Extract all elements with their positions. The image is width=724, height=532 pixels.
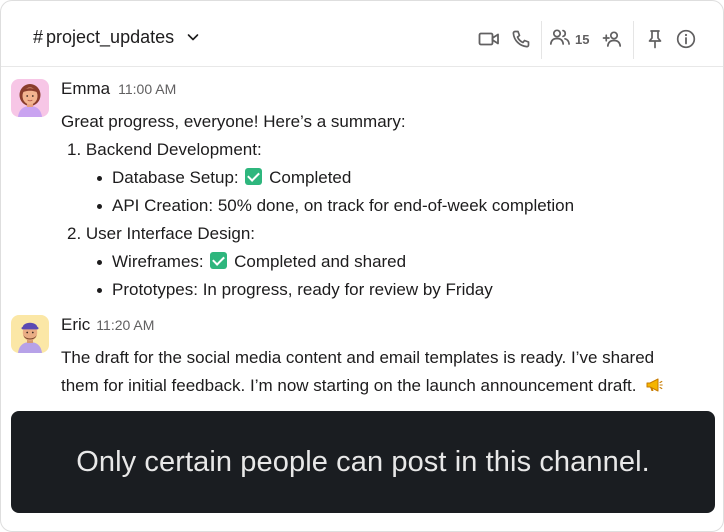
channel-name-button[interactable]: # project_updates — [23, 19, 210, 55]
message-text-line: them for initial feedback. I’m now start… — [61, 376, 637, 395]
members-button[interactable]: 15 — [549, 27, 589, 51]
bullet-icon — [97, 176, 102, 181]
list-item: 2. User Interface Design: — [67, 224, 256, 243]
message-item: Emma 11:00 AM Great progress, everyone! … — [1, 79, 723, 299]
list-item: Database Setup: Completed — [112, 168, 351, 188]
member-count: 15 — [575, 31, 590, 47]
white-check-mark-icon — [210, 252, 228, 269]
status-text: Completed and shared — [234, 252, 407, 271]
people-icon — [549, 28, 571, 51]
channel-header: # project_updates 15 — [1, 1, 723, 67]
avatar[interactable] — [11, 79, 49, 117]
list-item-label: Wireframes: — [112, 252, 204, 271]
bullet-icon — [97, 260, 102, 265]
message-text: them for initial feedback. I’m now start… — [61, 376, 663, 398]
message-text: Great progress, everyone! Here’s a summa… — [61, 112, 406, 131]
timestamp[interactable]: 11:00 AM — [118, 81, 176, 97]
add-member-icon[interactable] — [601, 27, 625, 51]
message-text: The draft for the social media content a… — [61, 348, 655, 367]
author-name[interactable]: Eric — [61, 315, 90, 335]
avatar[interactable] — [11, 315, 49, 353]
author-name[interactable]: Emma — [61, 79, 110, 99]
channel-window: # project_updates 15 Emma 11:00 AM Great… — [0, 0, 724, 532]
list-item: 1. Backend Development: — [67, 140, 262, 159]
list-item: API Creation: 50% done, on track for end… — [112, 196, 575, 215]
header-divider — [541, 21, 542, 59]
chevron-down-icon — [186, 30, 200, 44]
message-header: Emma 11:00 AM — [61, 79, 176, 99]
read-only-channel-banner: Only certain people can post in this cha… — [11, 411, 715, 513]
list-item-label: Database Setup: — [112, 168, 239, 187]
header-divider — [633, 21, 634, 59]
message-item: Eric 11:20 AM The draft for the social m… — [1, 315, 723, 403]
status-text: Completed — [269, 168, 352, 187]
bullet-icon — [97, 288, 102, 293]
bullet-icon — [97, 204, 102, 209]
message-header: Eric 11:20 AM — [61, 315, 154, 335]
pin-icon[interactable] — [643, 27, 667, 51]
list-item: Prototypes: In progress, ready for revie… — [112, 280, 493, 299]
video-call-icon[interactable] — [477, 27, 501, 51]
megaphone-icon — [645, 377, 663, 398]
white-check-mark-icon — [245, 168, 263, 185]
timestamp[interactable]: 11:20 AM — [96, 317, 154, 333]
list-item: Wireframes: Completed and shared — [112, 252, 406, 272]
banner-text: Only certain people can post in this cha… — [76, 445, 650, 478]
phone-call-icon[interactable] — [509, 27, 533, 51]
info-icon[interactable] — [674, 27, 698, 51]
hash-icon: # — [33, 26, 44, 47]
channel-name: project_updates — [46, 26, 175, 47]
